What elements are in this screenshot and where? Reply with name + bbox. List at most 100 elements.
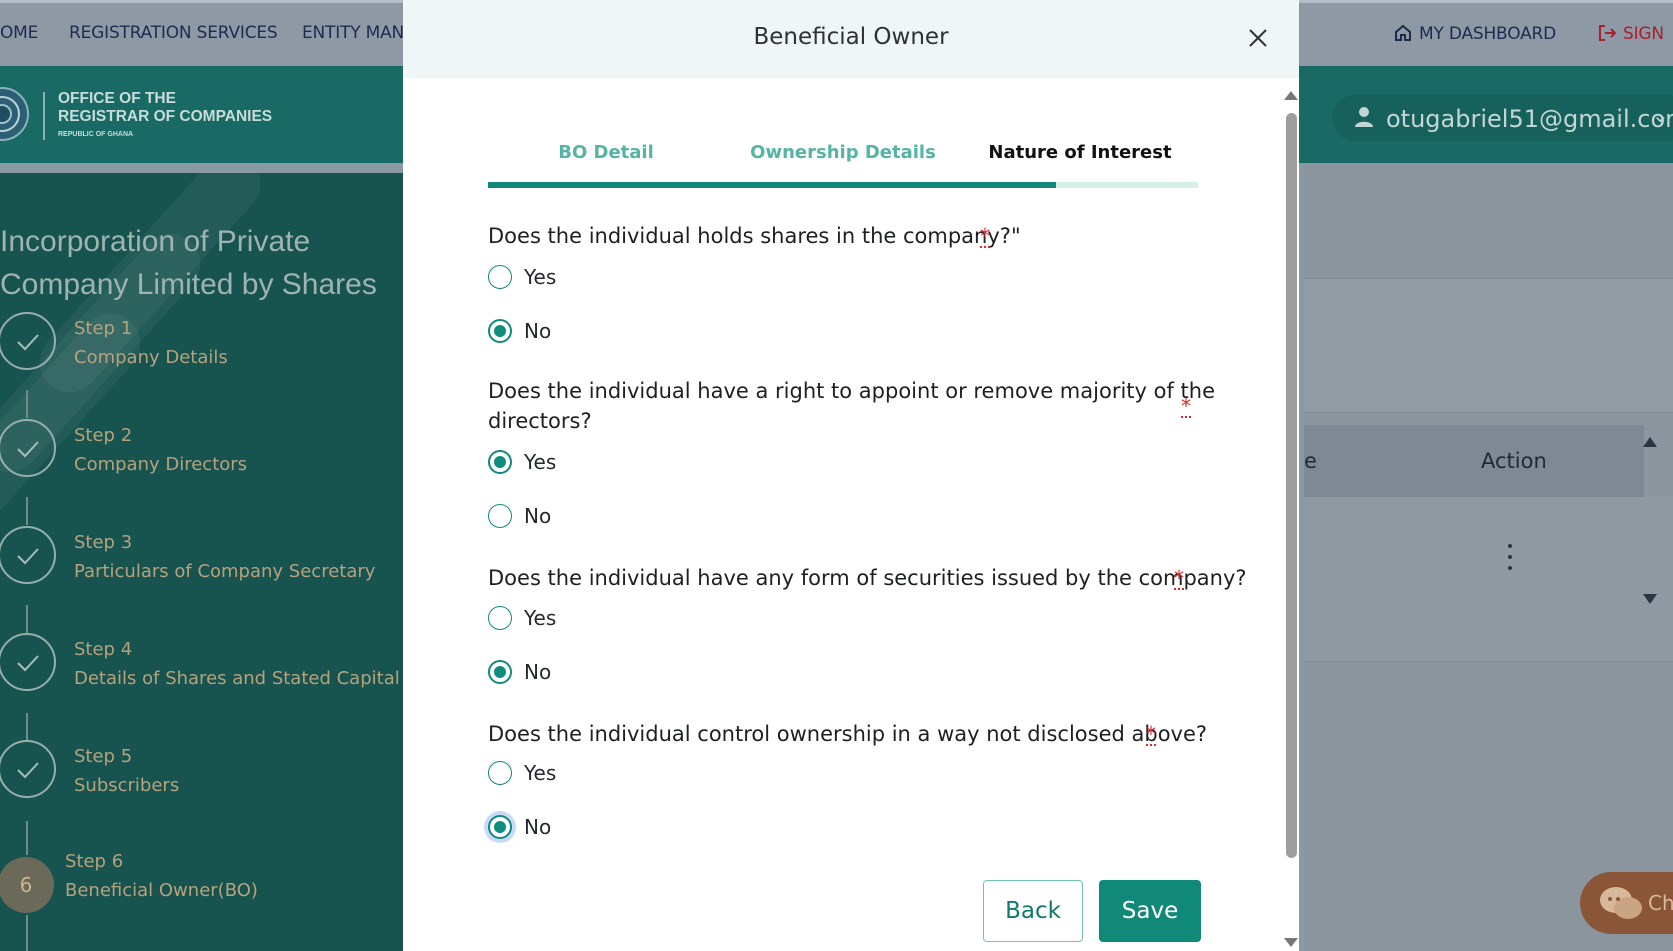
check-icon [17, 334, 39, 351]
table-scroll-down-icon[interactable] [1643, 594, 1657, 604]
option-label: Yes [524, 606, 557, 630]
question-appoint-directors: Does the individual have a right to appo… [488, 376, 1215, 436]
table-scroll-up-icon[interactable] [1643, 437, 1657, 447]
radio-button[interactable] [488, 450, 512, 474]
sign-out-label: SIGN [1623, 24, 1664, 44]
step-connector [26, 497, 28, 525]
step-number: Step 6 [65, 851, 124, 872]
option-label: No [524, 815, 552, 839]
option-label: Yes [524, 761, 557, 785]
check-icon [17, 762, 39, 779]
step-complete-circle [0, 526, 56, 584]
required-marker: * [980, 224, 990, 248]
radio-button[interactable] [488, 660, 512, 684]
step-connector [26, 390, 28, 418]
radio-button[interactable] [488, 761, 512, 785]
sidebar-gap [0, 163, 404, 173]
chevron-down-icon: ⌄ [1652, 103, 1669, 127]
question-securities: Does the individual have any form of sec… [488, 563, 1247, 593]
check-icon [17, 655, 39, 672]
chat-icon [1600, 887, 1642, 919]
question-text: Does the individual have any form of sec… [488, 566, 1247, 590]
nav-sign-out[interactable]: SIGN [1597, 23, 1664, 44]
step-complete-circle [0, 633, 56, 691]
dashboard-label: MY DASHBOARD [1419, 24, 1557, 44]
process-title-line-1: Incorporation of Private [0, 225, 311, 258]
option-label: Yes [524, 265, 557, 289]
step-complete-circle [0, 312, 56, 370]
modal-tabs: BO Detail Ownership Details Nature of In… [488, 138, 1198, 190]
column-header-action: Action [1481, 449, 1547, 473]
step-number: Step 5 [74, 746, 133, 767]
option-label: Yes [524, 450, 557, 474]
office-brand-text: OFFICE OF THE REGISTRAR OF COMPANIES REP… [58, 90, 272, 140]
nav-my-dashboard[interactable]: MY DASHBOARD [1393, 23, 1556, 44]
chat-widget[interactable]: Ch [1580, 872, 1673, 934]
modal-header: Beneficial Owner [403, 0, 1299, 78]
step-connector [26, 821, 28, 855]
user-email: otugabriel51@gmail.com [1386, 105, 1673, 133]
step-name: Company Directors [74, 454, 248, 475]
brand-line-2: REGISTRAR OF COMPANIES [58, 108, 273, 125]
nav-registration-services[interactable]: REGISTRATION SERVICES [69, 23, 278, 43]
question-text-line-2: directors? [488, 409, 592, 433]
user-menu[interactable]: otugabriel51@gmail.com ⌄ [1332, 95, 1673, 141]
step-number: Step 4 [74, 639, 133, 660]
required-marker: * [1181, 394, 1191, 418]
scrollbar-thumb[interactable] [1286, 113, 1297, 858]
column-header-partial: e [1304, 449, 1317, 473]
logo-divider [43, 92, 45, 140]
required-marker: * [1174, 566, 1184, 590]
radio-button[interactable] [488, 815, 512, 839]
tab-bo-detail[interactable]: BO Detail [488, 142, 724, 163]
step-connector [26, 605, 28, 633]
content-card [1304, 278, 1673, 413]
table-body [1304, 497, 1673, 662]
scroll-up-arrow-icon[interactable] [1284, 91, 1298, 100]
step-number: Step 3 [74, 532, 133, 553]
process-title: Incorporation of Private Company Limited… [0, 220, 400, 306]
tab-ownership-details[interactable]: Ownership Details [725, 142, 961, 163]
tab-progress-fill [488, 182, 1056, 188]
radio-button[interactable] [488, 606, 512, 630]
step-name: Particulars of Company Secretary [74, 561, 376, 582]
sign-out-icon [1599, 25, 1617, 41]
step-connector [26, 713, 28, 741]
process-title-line-2: Company Limited by Shares [0, 268, 377, 301]
radio-button[interactable] [488, 504, 512, 528]
home-icon [1395, 24, 1411, 41]
modal-title: Beneficial Owner [753, 24, 949, 50]
chat-label: Ch [1648, 891, 1673, 915]
brand-line-1: OFFICE OF THE [58, 90, 176, 107]
row-actions-kebab-icon[interactable] [1508, 544, 1514, 577]
option-label: No [524, 319, 552, 343]
modal-scrollbar[interactable] [1283, 88, 1299, 951]
tab-nature-of-interest[interactable]: Nature of Interest [962, 142, 1198, 163]
check-icon [17, 441, 39, 458]
step-complete-circle [0, 740, 56, 798]
step-name: Subscribers [74, 775, 180, 796]
table-header: e Action [1304, 425, 1644, 497]
beneficial-owner-modal: Beneficial Owner BO Detail Ownership Det… [403, 0, 1299, 951]
step-name: Company Details [74, 347, 228, 368]
option-label: No [524, 660, 552, 684]
radio-button[interactable] [488, 319, 512, 343]
close-icon[interactable] [1247, 27, 1269, 49]
question-holds-shares: Does the individual holds shares in the … [488, 221, 1021, 251]
question-control-ownership: Does the individual control ownership in… [488, 719, 1207, 749]
back-button[interactable]: Back [983, 880, 1083, 942]
question-text: Does the individual control ownership in… [488, 722, 1208, 746]
save-button[interactable]: Save [1099, 880, 1201, 942]
question-text-line-1: Does the individual have a right to appo… [488, 379, 1216, 403]
registrar-logo-icon [0, 87, 29, 141]
nav-home[interactable]: OME [0, 23, 38, 43]
step-complete-circle [0, 419, 56, 477]
step-name: Details of Shares and Stated Capital [74, 668, 400, 689]
step-number: Step 1 [74, 318, 133, 339]
brand-line-3: REPUBLIC OF GHANA [58, 131, 134, 138]
radio-button[interactable] [488, 265, 512, 289]
nav-entity-management[interactable]: ENTITY MAN [302, 23, 404, 43]
step-number: Step 2 [74, 425, 133, 446]
scroll-down-arrow-icon[interactable] [1284, 938, 1298, 947]
option-label: No [524, 504, 552, 528]
